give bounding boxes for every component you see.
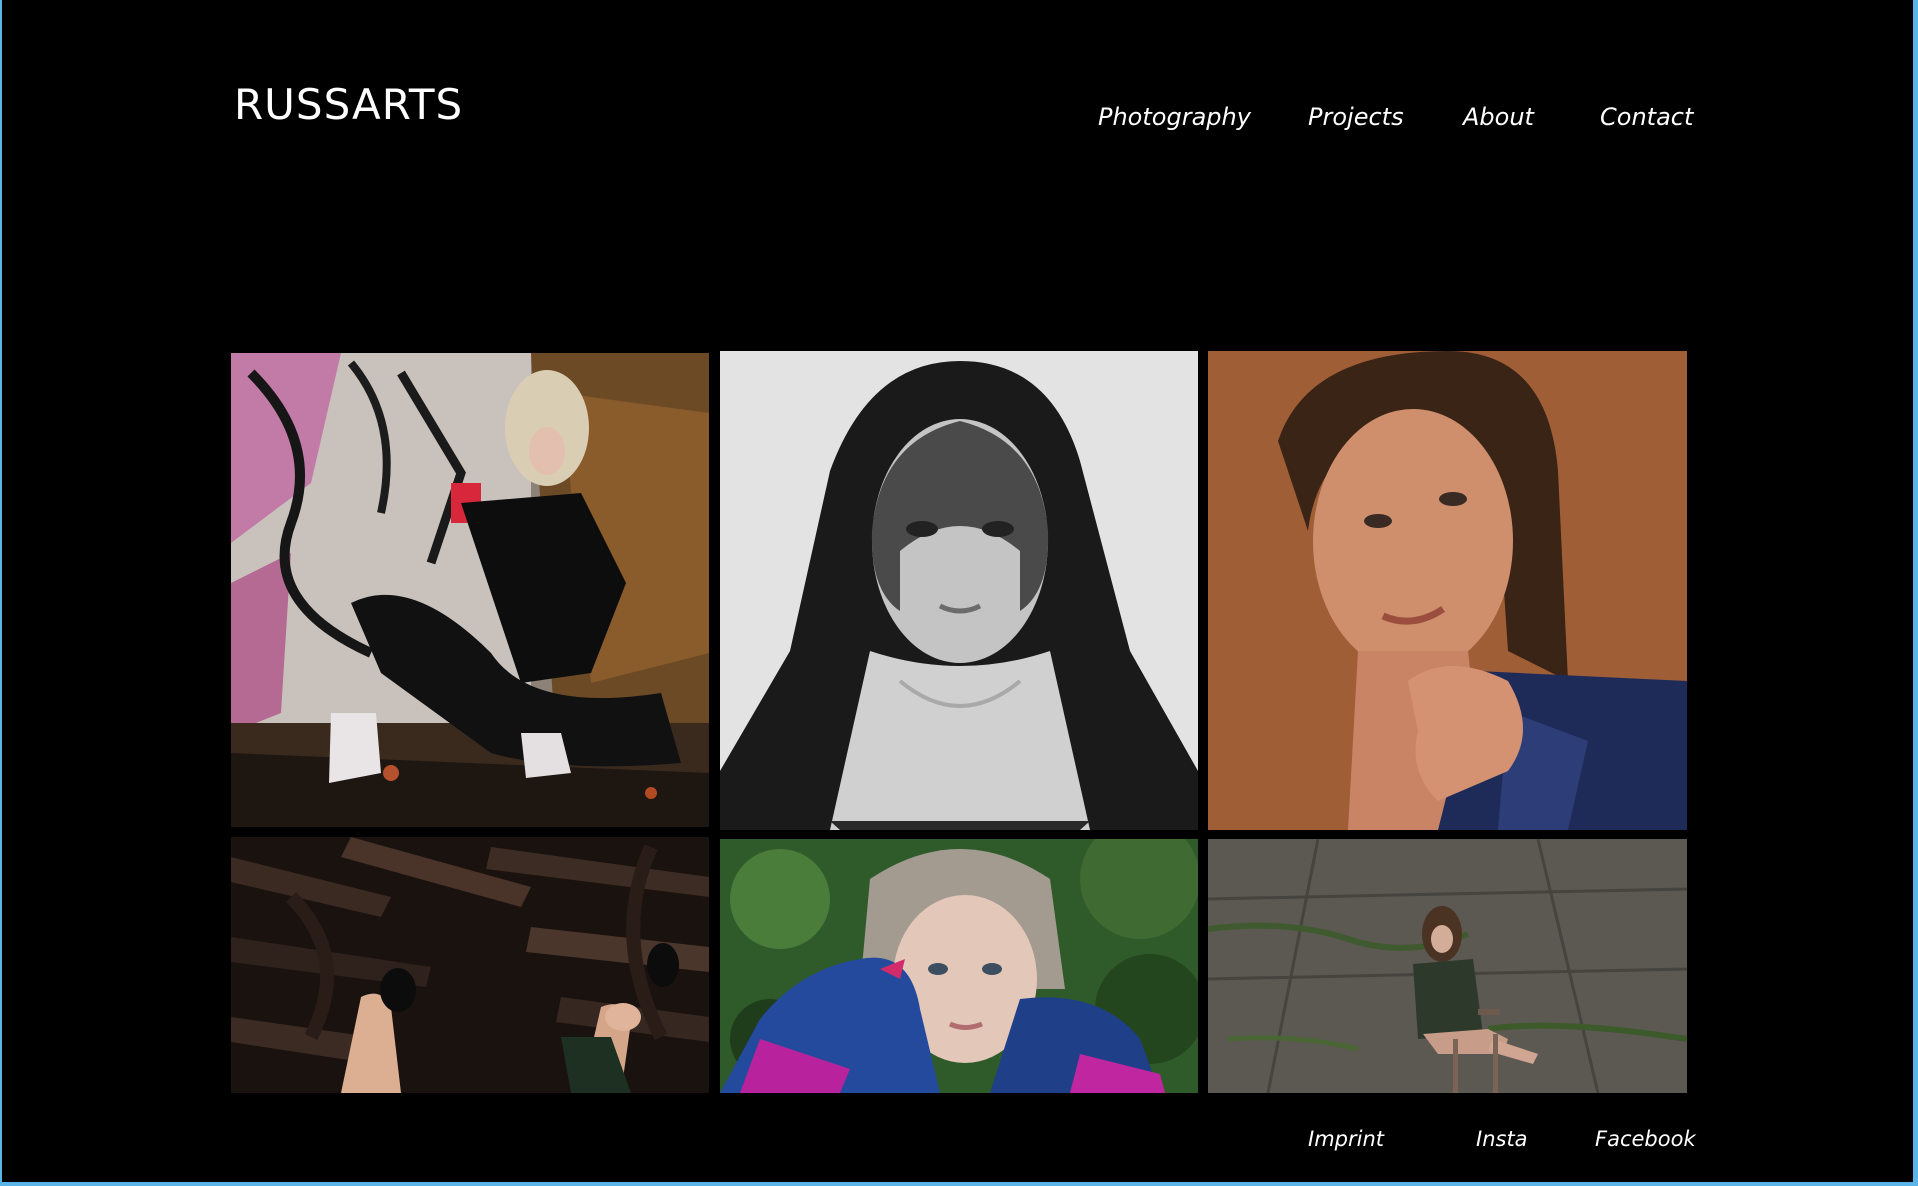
- photo-chair-yard-image: [1208, 839, 1687, 1093]
- photo-wood-pile-image: [231, 837, 709, 1093]
- gallery-photo-hooded-portrait[interactable]: [720, 351, 1198, 830]
- footer-link-insta[interactable]: Insta: [1476, 1124, 1528, 1154]
- photo-warm-portrait-image: [1208, 351, 1687, 830]
- footer-link-imprint[interactable]: Imprint: [1308, 1124, 1384, 1154]
- photo-graffiti-image: [231, 353, 709, 827]
- gallery-photo-graffiti[interactable]: [231, 353, 709, 827]
- nav-link-photography[interactable]: Photography: [1098, 99, 1251, 135]
- footer-link-facebook[interactable]: Facebook: [1595, 1124, 1696, 1154]
- photo-hooded-portrait-image: [720, 351, 1198, 830]
- gallery-photo-chair-yard[interactable]: [1208, 839, 1687, 1093]
- nav-link-contact[interactable]: Contact: [1600, 99, 1693, 135]
- gallery-photo-warm-portrait[interactable]: [1208, 351, 1687, 830]
- nav-link-about[interactable]: About: [1463, 99, 1534, 135]
- page: RUSSARTS Photography Projects About Cont…: [2, 0, 1913, 1182]
- site-logo[interactable]: RUSSARTS: [234, 80, 463, 130]
- photo-jacket-portrait-image: [720, 839, 1198, 1093]
- gallery-photo-jacket-portrait[interactable]: [720, 839, 1198, 1093]
- gallery-photo-wood-pile[interactable]: [231, 837, 709, 1093]
- nav-link-projects[interactable]: Projects: [1308, 99, 1404, 135]
